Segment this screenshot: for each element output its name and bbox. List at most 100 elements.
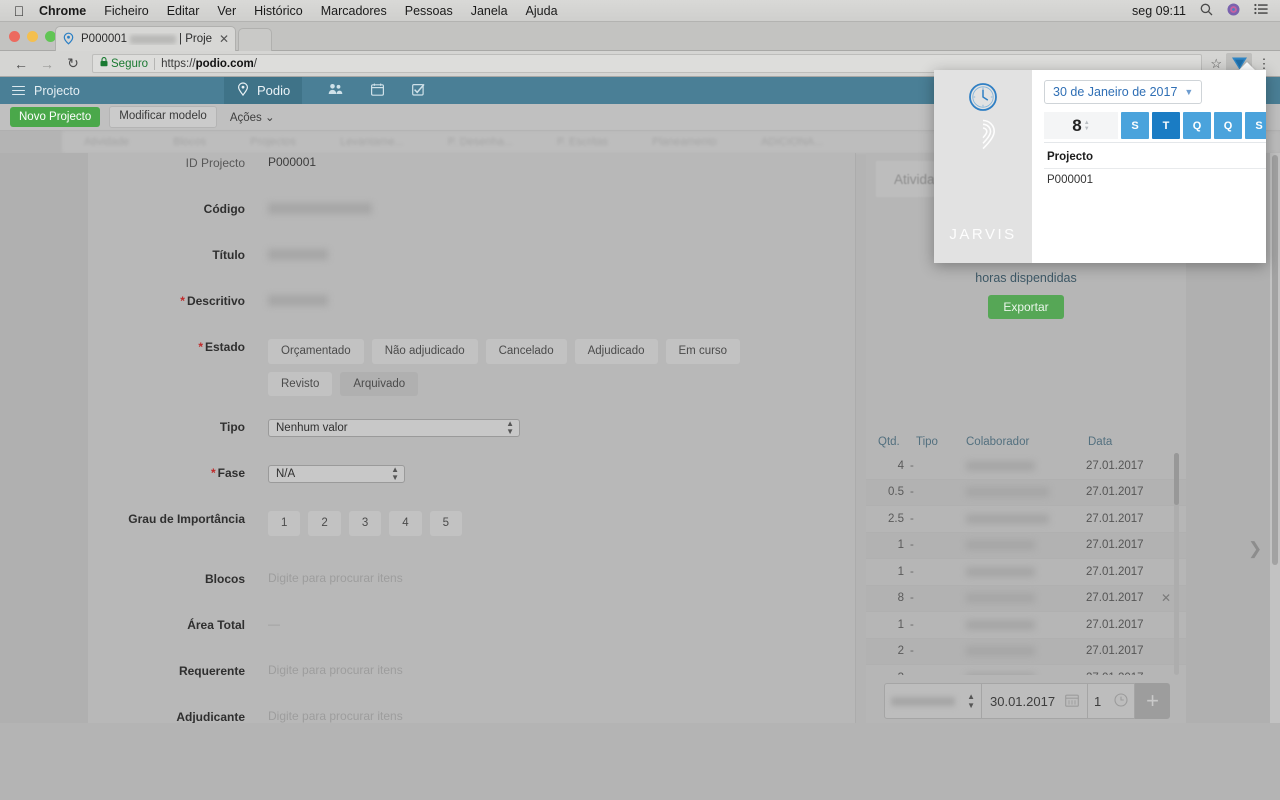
app-tab-planeamento[interactable]: Planeamento: [630, 136, 739, 148]
table-row[interactable]: 1- 27.01.2017: [866, 532, 1186, 559]
form-placeholder[interactable]: Digite para procurar itens: [268, 709, 403, 723]
weekday-chip-quarta[interactable]: Q: [1183, 112, 1211, 139]
entry-date-input[interactable]: 30.01.2017: [982, 683, 1088, 719]
chip-option-5[interactable]: 5: [429, 511, 463, 536]
popup-table-row[interactable]: P000001 8: [1044, 168, 1266, 191]
menu-janela[interactable]: Janela: [462, 4, 517, 18]
address-divider: [154, 57, 156, 70]
menu-ver[interactable]: Ver: [208, 4, 245, 18]
cell-qtd: 1: [897, 539, 904, 552]
new-tab-icon[interactable]: [238, 28, 272, 51]
forward-arrow-icon[interactable]: →: [34, 56, 60, 72]
address-url: https://podio.com/: [161, 58, 257, 70]
stepper-icon[interactable]: ▲ ▼: [1084, 120, 1090, 132]
clock-icon[interactable]: [968, 82, 998, 117]
menu-historico[interactable]: Histórico: [245, 4, 312, 18]
weekday-chip-terca[interactable]: T: [1152, 112, 1180, 139]
menu-ficheiro[interactable]: Ficheiro: [95, 4, 157, 18]
actions-label: Ações: [229, 112, 262, 124]
chip-option-1[interactable]: 1: [268, 511, 301, 536]
select-fase[interactable]: N/A ▲ ▼: [268, 465, 405, 483]
reload-icon[interactable]: ↻: [60, 55, 86, 72]
column-header-tipo: Tipo: [916, 436, 938, 448]
weekday-chip-segunda[interactable]: S: [1121, 112, 1149, 139]
calendar-icon[interactable]: [371, 83, 385, 99]
contacts-icon[interactable]: [328, 83, 343, 98]
chip-option-adjudicado[interactable]: Adjudicado: [574, 339, 658, 364]
entry-type-select[interactable]: ▲ ▼: [884, 683, 982, 719]
app-tab-projectos[interactable]: Projectos: [228, 136, 318, 148]
weekday-chip-quinta[interactable]: Q: [1214, 112, 1242, 139]
actions-dropdown[interactable]: Ações ⌄: [226, 110, 275, 124]
apple-icon[interactable]: : [8, 4, 30, 18]
tasks-icon[interactable]: [412, 83, 425, 99]
app-tab-atividade[interactable]: Atividade: [62, 136, 151, 148]
close-icon[interactable]: ✕: [215, 33, 229, 45]
clock-icon[interactable]: [1114, 692, 1128, 710]
chip-option-revisto[interactable]: Revisto: [268, 371, 333, 397]
new-project-button[interactable]: Novo Projecto: [10, 106, 101, 128]
notification-center-icon[interactable]: [1254, 3, 1268, 18]
page-scrollbar-thumb[interactable]: [1272, 155, 1278, 565]
chip-option-arquivado[interactable]: Arquivado: [340, 371, 419, 397]
remove-entry-icon[interactable]: ✕: [1158, 591, 1174, 605]
back-arrow-icon[interactable]: ←: [8, 56, 34, 72]
entry-quantity-input[interactable]: 1: [1088, 683, 1135, 719]
form-value: Digite para procurar itens: [268, 707, 856, 723]
hamburger-menu-icon[interactable]: [12, 83, 25, 98]
browser-tab-active[interactable]: P000001 | Proje ✕: [55, 26, 236, 51]
export-button[interactable]: Exportar: [988, 295, 1064, 319]
chip-option-4[interactable]: 4: [389, 511, 422, 536]
form-placeholder[interactable]: Digite para procurar itens: [268, 663, 403, 677]
chip-option-cancelado[interactable]: Cancelado: [485, 339, 567, 364]
app-tab-levantamento[interactable]: Levantame...: [318, 136, 426, 148]
scrollbar-thumb[interactable]: [1174, 453, 1179, 505]
menu-ajuda[interactable]: Ajuda: [517, 4, 567, 18]
select-tipo[interactable]: Nenhum valor ▲ ▼: [268, 419, 520, 437]
menu-pessoas[interactable]: Pessoas: [396, 4, 462, 18]
page-scrollbar[interactable]: [1270, 153, 1280, 794]
app-tab-adicionar[interactable]: ADICIONA...: [739, 136, 845, 148]
minimize-window-button[interactable]: [27, 31, 38, 42]
chip-option-em-curso[interactable]: Em curso: [665, 339, 741, 364]
podio-brand[interactable]: Podio: [224, 77, 303, 104]
chip-option-n-o-adjudicado[interactable]: Não adjudicado: [371, 339, 478, 364]
menu-marcadores[interactable]: Marcadores: [312, 4, 396, 18]
podio-pin-icon[interactable]: [968, 118, 998, 155]
form-label: Adjudicante: [176, 710, 245, 724]
chevron-right-icon[interactable]: ❯: [1248, 539, 1262, 559]
table-row[interactable]: 4- 27.01.2017: [866, 453, 1186, 480]
date-selector[interactable]: 30 de Janeiro de 2017 ▼: [1044, 80, 1203, 104]
app-tab-blocos[interactable]: Blocos: [151, 136, 228, 148]
cell-tipo: -: [910, 618, 914, 631]
table-row[interactable]: 1- 27.01.2017: [866, 612, 1186, 639]
weekday-chip-sexta[interactable]: S: [1245, 112, 1266, 139]
menu-editar[interactable]: Editar: [158, 4, 209, 18]
time-entry-form: ▲ ▼ 30.01.2017 1 +: [884, 683, 1170, 719]
menu-chrome[interactable]: Chrome: [30, 4, 95, 18]
workspace-switcher[interactable]: Projecto: [0, 83, 224, 98]
chip-option-3[interactable]: 3: [348, 511, 382, 536]
app-tab-pecas-escritas[interactable]: P. Escritas: [535, 136, 630, 148]
colaborador-redacted: [966, 646, 1035, 657]
add-entry-button[interactable]: +: [1135, 683, 1170, 719]
modify-template-button[interactable]: Modificar modelo: [109, 106, 217, 128]
hours-stepper[interactable]: 8 ▲ ▼: [1044, 112, 1118, 139]
siri-icon[interactable]: [1227, 3, 1240, 19]
table-row[interactable]: 0.5- 27.01.2017: [866, 479, 1186, 506]
table-row[interactable]: 2- 27.01.2017: [866, 638, 1186, 665]
calendar-icon[interactable]: [1065, 693, 1079, 710]
chip-option-2[interactable]: 2: [308, 511, 341, 536]
chip-option-or-amentado[interactable]: Orçamentado: [268, 339, 364, 364]
table-row[interactable]: 1- 27.01.2017: [866, 559, 1186, 586]
search-icon[interactable]: [1200, 3, 1213, 19]
table-row[interactable]: 2.5- 27.01.2017: [866, 506, 1186, 533]
app-tab-pecas-desenhadas[interactable]: P. Desenha...: [426, 136, 535, 148]
form-placeholder[interactable]: Digite para procurar itens: [268, 571, 403, 585]
browser-tabstrip: P000001 | Proje ✕: [0, 22, 1280, 51]
time-entries-scrollbar[interactable]: [1174, 453, 1179, 675]
table-row[interactable]: 3- 27.01.2017: [866, 665, 1186, 675]
table-row[interactable]: 8- 27.01.2017 ✕: [866, 585, 1186, 612]
close-window-button[interactable]: [9, 31, 20, 42]
arrow-left-icon[interactable]: ←: [1265, 85, 1266, 99]
